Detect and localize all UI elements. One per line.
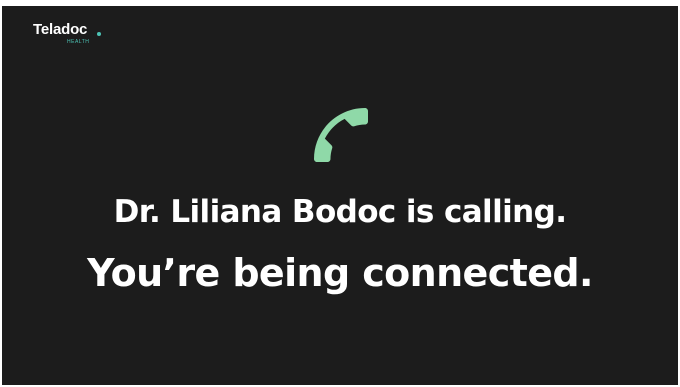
call-screen: Teladoc HEALTH Dr. Liliana Bodoc is call…: [2, 6, 678, 385]
phone-icon: [305, 99, 377, 171]
caller-message: Dr. Liliana Bodoc is calling.: [113, 194, 567, 230]
connection-status: You’re being connected.: [87, 251, 593, 295]
logo-dot: [97, 32, 101, 36]
logo-wordmark: Teladoc: [33, 21, 88, 38]
teladoc-logo: Teladoc HEALTH: [33, 21, 113, 51]
logo-subtitle: HEALTH: [67, 39, 90, 45]
